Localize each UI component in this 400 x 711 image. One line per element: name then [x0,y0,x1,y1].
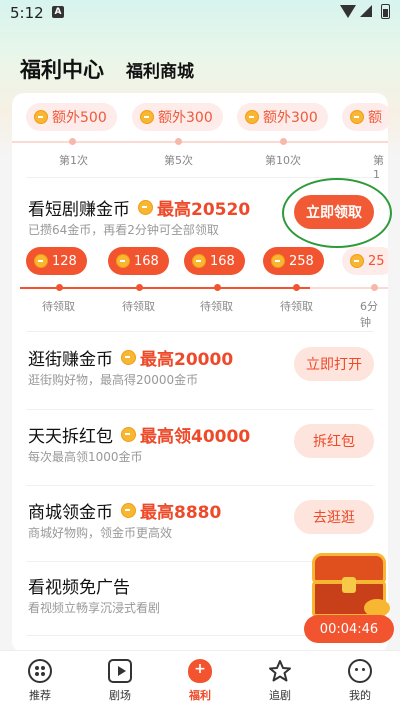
reward-pill: 128 [26,247,87,275]
reward-pill: 25 [342,247,388,275]
milestone-pill: 额外300 [132,103,223,131]
milestone-pill: 额外500 [26,103,117,131]
task-row: 商城领金币 最高8880 商城好物购，领金币更高效 去逛逛 [12,494,388,560]
coin-icon [116,254,130,268]
progress-label: 待领取 [122,300,155,313]
divider [26,409,374,410]
task-title: 看短剧赚金币 最高20520 [28,195,250,220]
nav-label: 追剧 [269,689,291,702]
task-subtitle: 看视频立畅享沉浸式看剧 [28,601,161,615]
welfare-bag-icon [188,659,212,683]
nav-label: 我的 [349,689,371,702]
task-reward: 最高20520 [157,200,251,220]
coin-icon [350,110,364,124]
chest-timer: 00:04:46 [304,615,394,643]
nav-follow[interactable]: 追剧 [240,651,320,711]
progress-dot [136,284,143,291]
milestone-dot [69,138,76,145]
reward-pill: 258 [263,247,324,275]
milestone-row: 额外500 额外300 额外300 额 第1次 第5次 第10次 第1 [12,99,388,181]
divider [26,177,374,178]
milestone-label: 第10次 [265,154,301,167]
treasure-chest-widget[interactable]: 00:04:46 [304,553,394,645]
coin-icon [271,254,285,268]
milestone-label: 第1次 [59,154,88,167]
progress-label: 待领取 [42,300,75,313]
progress-label: 待领取 [280,300,313,313]
status-time: 5:12 [10,4,44,22]
theater-play-icon [108,659,132,683]
nav-profile[interactable]: 我的 [320,651,400,711]
coin-icon [138,200,153,215]
recommend-icon [28,659,52,683]
coin-icon [192,254,206,268]
open-red-packet-button[interactable]: 拆红包 [294,424,374,458]
task-reward: 最高20000 [140,350,234,370]
coin-icon [350,254,364,268]
reward-pill: 168 [184,247,245,275]
milestone-label: 第1 [373,154,384,181]
milestone-dot [280,138,287,145]
nav-label: 剧场 [109,689,131,702]
tab-welfare-mall[interactable]: 福利商城 [126,57,194,84]
milestone-pill: 额 [342,103,388,131]
task-title: 看视频免广告 [28,578,130,598]
highlight-circle [282,178,392,248]
chest-lock-icon [342,577,356,593]
nav-welfare[interactable]: 福利 [160,651,240,711]
progress-dot [214,284,221,291]
tab-welfare-center[interactable]: 福利中心 [20,54,104,84]
nav-recommend[interactable]: 推荐 [0,651,80,711]
profile-face-icon [348,659,372,683]
notification-icon: A [52,6,64,18]
wifi-icon [340,5,356,18]
task-subtitle: 商城好物购，领金币更高效 [28,526,173,540]
task-row: 逛街赚金币 最高20000 逛街购好物，最高得20000金币 立即打开 [12,341,388,407]
milestone-dot [175,138,182,145]
task-subtitle: 已攒64金币，再看2分钟可全部领取 [28,223,219,237]
divider [26,331,374,332]
coin-icon [121,427,136,442]
task-subtitle: 逛街购好物，最高得20000金币 [28,373,199,387]
milestone-pill: 额外300 [237,103,328,131]
bottom-nav: 推荐 剧场 福利 追剧 我的 [0,650,400,711]
follow-star-icon [269,660,291,682]
task-reward: 最高领40000 [140,427,251,447]
page-header: 福利中心 福利商城 [20,52,194,84]
task-subtitle: 每次最高领1000金币 [28,450,143,464]
signal-icon [360,5,372,17]
task-reward: 最高8880 [140,503,222,523]
progress-label: 6分钟 [360,300,378,329]
milestone-label: 第5次 [164,154,193,167]
nav-label: 推荐 [29,689,51,702]
coin-icon [34,254,48,268]
browse-button[interactable]: 去逛逛 [294,500,374,534]
task-title: 逛街赚金币 最高20000 [28,345,233,370]
nav-theater[interactable]: 剧场 [80,651,160,711]
coin-icon [245,110,259,124]
open-now-button[interactable]: 立即打开 [294,347,374,381]
coin-icon [140,110,154,124]
task-row: 天天拆红包 最高领40000 每次最高领1000金币 拆红包 [12,418,388,484]
status-bar: 5:12 A [0,0,400,28]
divider [26,485,374,486]
progress-dot [371,284,378,291]
nav-label: 福利 [189,689,211,702]
progress-label: 待领取 [200,300,233,313]
task-title: 天天拆红包 最高领40000 [28,422,250,447]
progress-dot [293,284,300,291]
task-title: 商城领金币 最高8880 [28,498,221,523]
coin-icon [121,350,136,365]
battery-icon [381,4,390,19]
coin-icon [34,110,48,124]
reward-pill: 168 [108,247,169,275]
coin-icon [121,503,136,518]
progress-dot [56,284,63,291]
progress-track [20,287,310,289]
